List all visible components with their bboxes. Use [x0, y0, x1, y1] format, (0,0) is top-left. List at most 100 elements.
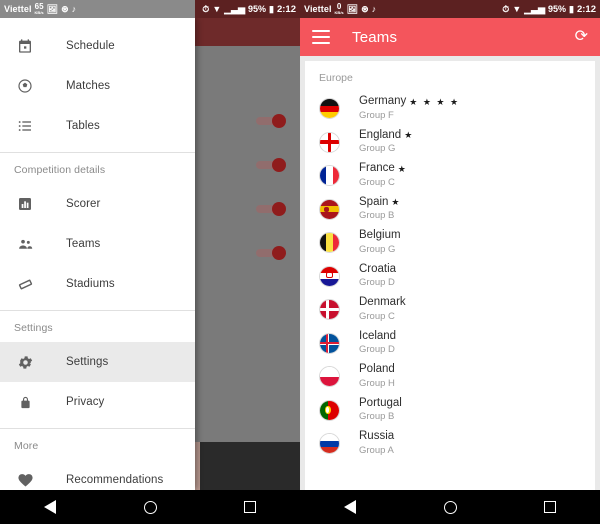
navigation-drawer[interactable]: Schedule Matches Tables Competition deta…	[0, 18, 195, 490]
sidebar-item-label: Teams	[66, 238, 101, 250]
sidebar-item-stadiums[interactable]: Stadiums	[0, 264, 195, 304]
home-button[interactable]	[433, 490, 467, 524]
team-name: Spain ★	[359, 195, 401, 208]
team-name: Germany ★ ★ ★ ★	[359, 95, 460, 108]
sidebar-item-tables[interactable]: Tables	[0, 106, 195, 146]
sidebar-item-label: Settings	[66, 356, 109, 368]
drawer-section-settings: Settings	[14, 322, 53, 334]
team-info: England ★ Group G	[359, 129, 414, 156]
sidebar-item-settings[interactable]: Settings	[0, 342, 195, 382]
team-group: Group C	[359, 176, 395, 188]
sidebar-item-label: Schedule	[66, 40, 115, 52]
clock-label: 2:12	[576, 3, 596, 15]
status-bar-right: Viettel 0 KB/s 🖼 ⊛ ♪ ⏱ ▼ ▁▃▅ 95% ▮ 2:12	[300, 0, 600, 18]
home-button[interactable]	[133, 490, 167, 524]
team-info: France ★ Group C	[359, 162, 407, 189]
sidebar-item-scorer[interactable]: Scorer	[0, 184, 195, 224]
sidebar-item-label: Privacy	[66, 396, 105, 408]
toggle-switch[interactable]	[256, 158, 286, 172]
sidebar-item-matches[interactable]: Matches	[0, 66, 195, 106]
toggle-switch[interactable]	[256, 202, 286, 216]
team-info: Germany ★ ★ ★ ★ Group F	[359, 95, 460, 122]
toggle-switch[interactable]	[256, 114, 286, 128]
hamburger-icon[interactable]	[312, 30, 330, 44]
status-bar-right-group: ⏱ ▼ ▁▃▅ 95% ▮ 2:12	[502, 4, 596, 15]
flag-croatia-icon	[319, 265, 340, 287]
team-stars: ★	[397, 163, 408, 174]
music-icon: ♪	[371, 3, 377, 14]
ad-dark-panel	[200, 442, 300, 490]
list-item[interactable]: Belgium Group G	[305, 226, 595, 260]
team-group: Group F	[359, 109, 394, 121]
list-item[interactable]: Spain ★ Group B	[305, 193, 595, 227]
android-navigation-bar-right	[300, 490, 600, 524]
alarm-icon: ⏱	[502, 3, 510, 14]
list-item[interactable]: Russia Group A	[305, 427, 595, 461]
flag-england-icon	[319, 131, 340, 153]
region-header: Europe	[319, 72, 353, 84]
team-group: Group C	[359, 310, 395, 322]
team-group: Group B	[359, 210, 395, 222]
team-name: Russia	[359, 430, 395, 443]
back-button[interactable]	[333, 490, 367, 524]
data-rate-indicator: 65 KB/s	[34, 2, 44, 15]
list-item[interactable]: Poland Group H	[305, 360, 595, 394]
team-name: Iceland	[359, 329, 397, 342]
heart-icon	[14, 469, 36, 490]
right-panel-teams-screen: Viettel 0 KB/s 🖼 ⊛ ♪ ⏱ ▼ ▁▃▅ 95% ▮ 2:12 T…	[300, 0, 600, 524]
list-item[interactable]: Croatia Group D	[305, 260, 595, 294]
flag-russia-icon	[319, 433, 340, 455]
calendar-icon	[14, 35, 36, 57]
battery-percent-label: 95%	[548, 4, 567, 14]
signal-icon: ▁▃▅	[224, 3, 246, 14]
carrier-label: Viettel	[4, 4, 32, 14]
sidebar-item-privacy[interactable]: Privacy	[0, 382, 195, 422]
battery-icon: ▮	[269, 3, 274, 14]
soccer-ball-icon	[14, 75, 36, 97]
team-stars: ★ ★ ★ ★	[409, 96, 460, 107]
dnd-icon: ⊛	[361, 3, 369, 14]
team-name: France ★	[359, 162, 408, 175]
drawer-item-list: Schedule Matches Tables Competition deta…	[0, 18, 195, 490]
teams-list-container: Europe Germany ★ ★ ★ ★ Group F England ★…	[300, 56, 600, 524]
screenshot-root: Viettel 65KB/s 🖼 ⊛ ♪ ⏱ ▼ ▁▃▅ 95% ▮ 2:12	[0, 0, 600, 524]
page-title: Teams	[352, 28, 398, 46]
list-item[interactable]: Portugal Group B	[305, 394, 595, 428]
team-name: Denmark	[359, 296, 406, 309]
list-item[interactable]: Denmark Group C	[305, 293, 595, 327]
image-icon: 🖼	[346, 3, 359, 14]
data-rate-indicator: 0 KB/s	[334, 2, 344, 15]
team-group: Group G	[359, 143, 396, 155]
sidebar-item-label: Scorer	[66, 198, 101, 210]
status-bar-left-group: Viettel 65 KB/s 🖼 ⊛ ♪	[4, 3, 76, 15]
sidebar-item-label: Stadiums	[66, 278, 115, 290]
status-bar-left: Viettel 65 KB/s 🖼 ⊛ ♪ ⏱ ▼ ▁▃▅ 95% ▮ 2:12	[0, 0, 300, 18]
team-group: Group D	[359, 277, 395, 289]
team-name: Portugal	[359, 396, 402, 409]
list-item[interactable]: Iceland Group D	[305, 327, 595, 361]
recents-button[interactable]	[233, 490, 267, 524]
sidebar-item-label: Recommendations	[66, 474, 164, 486]
sidebar-item-recommendations[interactable]: Recommendations	[0, 460, 195, 490]
team-stars: ★	[391, 197, 401, 208]
team-info: Denmark Group C	[359, 296, 409, 323]
flag-iceland-icon	[319, 332, 340, 354]
gear-icon	[14, 351, 36, 373]
back-button[interactable]	[33, 490, 67, 524]
signal-icon: ▁▃▅	[524, 3, 546, 14]
refresh-icon[interactable]: ⟳	[575, 29, 588, 45]
sidebar-item-schedule[interactable]: Schedule	[0, 26, 195, 66]
recents-button[interactable]	[533, 490, 567, 524]
toggle-switch[interactable]	[256, 246, 286, 260]
left-panel-drawer-open: Viettel 65KB/s 🖼 ⊛ ♪ ⏱ ▼ ▁▃▅ 95% ▮ 2:12	[0, 0, 300, 524]
team-info: Russia Group A	[359, 430, 397, 457]
team-name: Poland	[359, 363, 395, 376]
team-info: Portugal Group B	[359, 397, 405, 424]
wifi-icon: ▼	[512, 3, 522, 14]
list-item[interactable]: Germany ★ ★ ★ ★ Group F	[305, 92, 595, 126]
flag-denmark-icon	[319, 299, 340, 321]
team-info: Croatia Group D	[359, 263, 399, 290]
list-item[interactable]: England ★ Group G	[305, 126, 595, 160]
list-item[interactable]: France ★ Group C	[305, 159, 595, 193]
sidebar-item-teams[interactable]: Teams	[0, 224, 195, 264]
